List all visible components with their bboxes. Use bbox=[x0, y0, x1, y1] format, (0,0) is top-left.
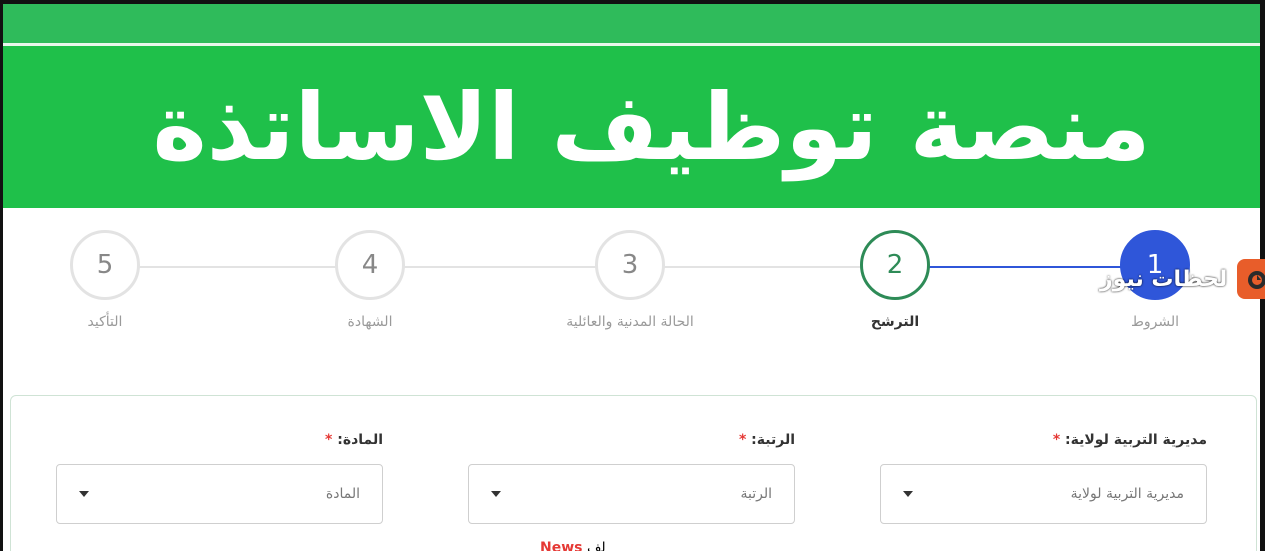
field-rank: الرتبة: * الرتبة bbox=[468, 432, 795, 524]
footer-note-news: News bbox=[540, 540, 583, 551]
step-certificate[interactable]: 4 الشهادة bbox=[290, 230, 450, 330]
label-education-directorate: مديرية التربية لولاية: * bbox=[880, 432, 1207, 452]
label-text: المادة: bbox=[337, 432, 383, 448]
progress-stepper: 1 الشروط 2 الترشح 3 الحالة المدنية والعا… bbox=[0, 220, 1265, 350]
step-civil-status[interactable]: 3 الحالة المدنية والعائلية bbox=[550, 230, 710, 330]
label-subject: المادة: * bbox=[56, 432, 383, 452]
step-label-confirmation: التأكيد bbox=[87, 314, 123, 330]
candidacy-form-card: مديرية التربية لولاية: * مديرية التربية … bbox=[10, 395, 1257, 551]
required-marker: * bbox=[325, 432, 333, 448]
select-value: الرتبة bbox=[740, 486, 772, 502]
step-candidacy[interactable]: 2 الترشح bbox=[815, 230, 975, 330]
step-confirmation[interactable]: 5 التأكيد bbox=[25, 230, 185, 330]
select-education-directorate[interactable]: مديرية التربية لولاية bbox=[880, 464, 1207, 524]
footer-note-prefix: لف bbox=[586, 540, 606, 551]
step-number-2: 2 bbox=[860, 230, 930, 300]
field-education-directorate: مديرية التربية لولاية: * مديرية التربية … bbox=[880, 432, 1207, 524]
top-bar bbox=[3, 4, 1260, 44]
step-number-3: 3 bbox=[595, 230, 665, 300]
step-label-certificate: الشهادة bbox=[347, 314, 393, 330]
select-subject[interactable]: المادة bbox=[56, 464, 383, 524]
header-banner: منصة توظيف الاساتذة bbox=[3, 46, 1260, 208]
watermark: لحظات نيوز bbox=[1100, 259, 1265, 299]
step-number-4: 4 bbox=[335, 230, 405, 300]
label-text: الرتبة: bbox=[751, 432, 795, 448]
field-subject: المادة: * المادة bbox=[56, 432, 383, 524]
step-label-conditions: الشروط bbox=[1130, 314, 1180, 330]
required-marker: * bbox=[738, 432, 747, 448]
watermark-text: لحظات نيوز bbox=[1100, 266, 1228, 292]
banner-title: منصة توظيف الاساتذة bbox=[152, 73, 1151, 181]
camera-logo-icon bbox=[1237, 259, 1265, 299]
dropdown-caret-icon bbox=[491, 491, 501, 497]
dropdown-caret-icon bbox=[903, 491, 913, 497]
step-label-candidacy: الترشح bbox=[870, 314, 920, 330]
step-label-civil-status: الحالة المدنية والعائلية bbox=[566, 314, 694, 330]
step-number-5: 5 bbox=[70, 230, 140, 300]
select-rank[interactable]: الرتبة bbox=[468, 464, 795, 524]
dropdown-caret-icon bbox=[79, 491, 89, 497]
label-text: مديرية التربية لولاية: bbox=[1065, 432, 1207, 448]
footer-note: لف News bbox=[540, 540, 606, 551]
required-marker: * bbox=[1052, 432, 1061, 448]
select-value: مديرية التربية لولاية bbox=[1070, 486, 1184, 502]
label-rank: الرتبة: * bbox=[468, 432, 795, 452]
select-value: المادة bbox=[325, 486, 360, 502]
